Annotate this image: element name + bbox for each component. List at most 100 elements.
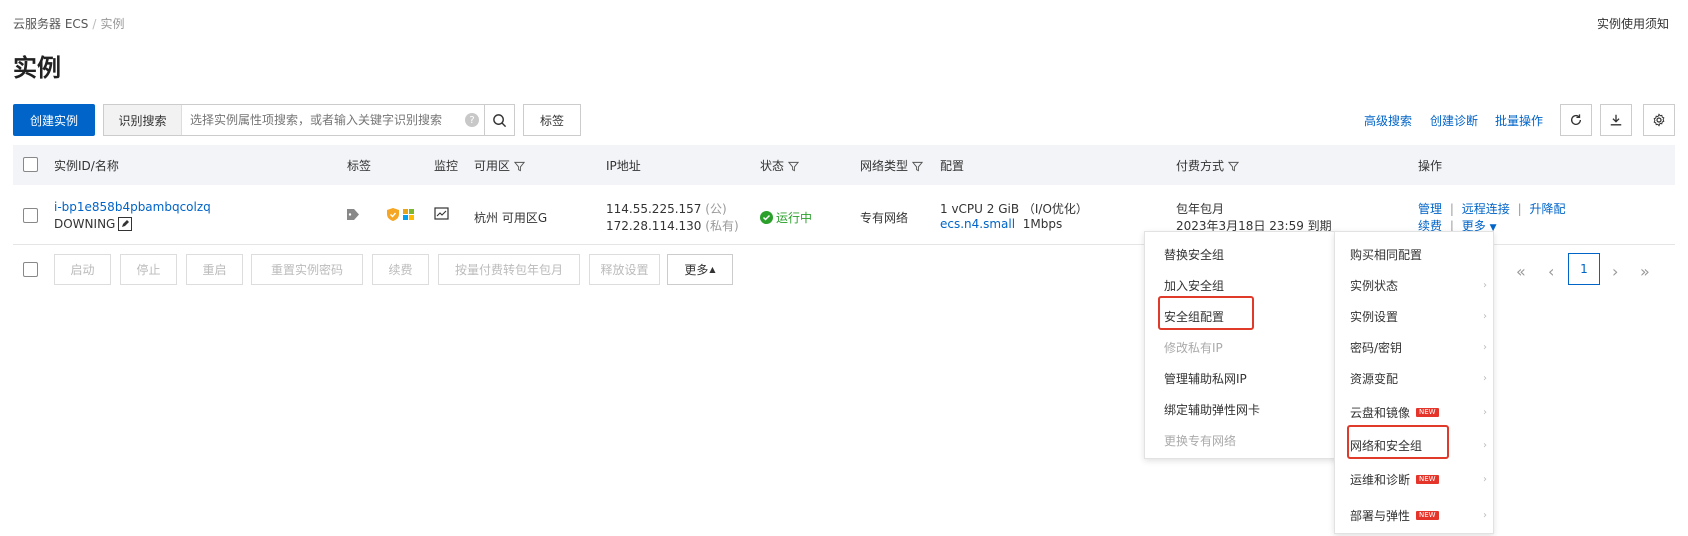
bulk-more-label: 更多 bbox=[684, 263, 709, 277]
modify-private-ip-item[interactable]: 修改私有IP bbox=[1164, 339, 1223, 356]
instance-name-text: DOWNING bbox=[54, 217, 116, 231]
renew-button[interactable]: 续费 bbox=[372, 254, 429, 285]
shield-icon[interactable] bbox=[387, 208, 399, 224]
col-status: 状态 bbox=[760, 157, 800, 174]
edit-icon[interactable] bbox=[118, 217, 133, 231]
private-ip-tag: (私有) bbox=[705, 219, 739, 233]
monitor-icon[interactable] bbox=[434, 207, 449, 224]
menu-label: 实例设置 bbox=[1350, 310, 1399, 324]
col-billing-label: 付费方式 bbox=[1176, 159, 1225, 173]
restart-button[interactable]: 重启 bbox=[186, 254, 243, 285]
row-checkbox[interactable] bbox=[23, 208, 38, 223]
deploy-elastic-item[interactable]: 部署与弹性 NEW › bbox=[1350, 507, 1495, 524]
search-mode-select[interactable]: 识别搜索 bbox=[104, 105, 182, 135]
new-badge: NEW bbox=[1416, 511, 1439, 520]
private-ip-value: 172.28.114.130 bbox=[606, 219, 702, 233]
caret-up-icon: ▲ bbox=[709, 265, 716, 274]
resource-change-item[interactable]: 资源变配 › bbox=[1350, 370, 1495, 387]
billing-type: 包年包月 bbox=[1176, 202, 1225, 216]
col-config: 配置 bbox=[940, 159, 965, 173]
help-icon[interactable]: ? bbox=[460, 105, 484, 135]
status-badge: 运行中 bbox=[760, 209, 812, 226]
ops-diagnosis-item[interactable]: 运维和诊断 NEW › bbox=[1350, 471, 1495, 488]
status-text: 运行中 bbox=[776, 211, 813, 225]
usage-notice-link[interactable]: 实例使用须知 bbox=[1597, 15, 1669, 32]
filter-icon[interactable] bbox=[912, 161, 924, 172]
check-circle-icon bbox=[760, 211, 773, 224]
col-network-label: 网络类型 bbox=[860, 159, 909, 173]
create-diagnosis-link[interactable]: 创建诊断 bbox=[1430, 112, 1478, 129]
instance-status-item[interactable]: 实例状态 › bbox=[1350, 277, 1495, 294]
batch-operations-link[interactable]: 批量操作 bbox=[1495, 112, 1543, 129]
start-button[interactable]: 启动 bbox=[54, 254, 111, 285]
public-ip-tag: (公) bbox=[705, 202, 727, 216]
gear-icon bbox=[1653, 113, 1665, 127]
col-billing: 付费方式 bbox=[1176, 157, 1240, 174]
filter-icon[interactable] bbox=[514, 161, 526, 172]
bind-eni-item[interactable]: 绑定辅助弹性网卡 bbox=[1164, 401, 1260, 418]
menu-label: 部署与弹性 bbox=[1350, 509, 1411, 523]
disk-image-item[interactable]: 云盘和镜像 NEW › bbox=[1350, 404, 1495, 421]
buy-same-config-item[interactable]: 购买相同配置 bbox=[1350, 246, 1495, 263]
zone-value: 杭州 可用区G bbox=[474, 211, 548, 225]
breadcrumb-root[interactable]: 云服务器 ECS bbox=[13, 17, 88, 31]
menu-label: 实例状态 bbox=[1350, 279, 1399, 293]
menu-label: 资源变配 bbox=[1350, 372, 1399, 386]
advanced-search-link[interactable]: 高级搜索 bbox=[1364, 112, 1412, 129]
refresh-button[interactable] bbox=[1560, 104, 1592, 136]
upgrade-link[interactable]: 升降配 bbox=[1529, 202, 1565, 216]
page-title: 实例 bbox=[13, 54, 61, 82]
convert-billing-button[interactable]: 按量付费转包年包月 bbox=[438, 254, 580, 285]
col-status-label: 状态 bbox=[760, 159, 785, 173]
page-1-button[interactable]: 1 bbox=[1568, 253, 1600, 285]
chevron-right-icon: › bbox=[1483, 311, 1487, 322]
instance-settings-item[interactable]: 实例设置 › bbox=[1350, 308, 1495, 325]
config-type: ecs.n4.small 1Mbps bbox=[940, 217, 1062, 231]
col-monitor: 监控 bbox=[434, 159, 459, 173]
search-input[interactable] bbox=[182, 105, 460, 135]
search-bar: 识别搜索 ? bbox=[103, 104, 515, 136]
search-icon bbox=[493, 113, 507, 127]
manage-link[interactable]: 管理 bbox=[1418, 202, 1442, 216]
filter-icon[interactable] bbox=[788, 161, 800, 172]
public-ip: 114.55.225.157 (公) bbox=[606, 200, 727, 217]
col-network: 网络类型 bbox=[860, 157, 924, 174]
password-key-item[interactable]: 密码/密钥 › bbox=[1350, 339, 1495, 356]
reset-password-button[interactable]: 重置实例密码 bbox=[251, 254, 363, 285]
col-actions: 操作 bbox=[1418, 159, 1443, 173]
next-page-button[interactable]: › bbox=[1612, 262, 1618, 281]
chevron-right-icon: › bbox=[1483, 407, 1487, 418]
bulk-more-button[interactable]: 更多 ▲ bbox=[667, 254, 733, 285]
download-icon bbox=[1610, 114, 1622, 126]
last-page-button[interactable]: » bbox=[1640, 262, 1650, 281]
config-spec: 1 vCPU 2 GiB （I/O优化） bbox=[940, 202, 1088, 216]
replace-security-group-item[interactable]: 替换安全组 bbox=[1164, 246, 1224, 263]
tag-icon[interactable] bbox=[347, 209, 360, 223]
col-zone-label: 可用区 bbox=[474, 159, 511, 173]
instance-id-link[interactable]: i-bp1e858b4pbambqcolzq bbox=[54, 200, 211, 214]
join-security-group-item[interactable]: 加入安全组 bbox=[1164, 277, 1224, 294]
first-page-button[interactable]: « bbox=[1516, 262, 1526, 281]
download-button[interactable] bbox=[1600, 104, 1632, 136]
select-all-checkbox[interactable] bbox=[23, 157, 38, 172]
chevron-right-icon: › bbox=[1483, 280, 1487, 291]
change-vpc-item[interactable]: 更换专有网络 bbox=[1164, 432, 1236, 449]
instance-name: DOWNING bbox=[54, 217, 133, 231]
bulk-select-checkbox[interactable] bbox=[23, 262, 38, 277]
refresh-icon bbox=[1570, 114, 1582, 125]
tag-filter-button[interactable]: 标签 bbox=[523, 104, 581, 136]
release-settings-button[interactable]: 释放设置 bbox=[589, 254, 660, 285]
stop-button[interactable]: 停止 bbox=[120, 254, 177, 285]
chevron-right-icon: › bbox=[1483, 510, 1487, 521]
new-badge: NEW bbox=[1416, 475, 1439, 484]
create-instance-button[interactable]: 创建实例 bbox=[13, 104, 95, 136]
search-button[interactable] bbox=[484, 105, 514, 135]
chevron-right-icon: › bbox=[1483, 440, 1487, 451]
manage-secondary-ip-item[interactable]: 管理辅助私网IP bbox=[1164, 370, 1247, 387]
private-ip: 172.28.114.130 (私有) bbox=[606, 217, 739, 234]
prev-page-button[interactable]: ‹ bbox=[1548, 262, 1554, 281]
remote-connect-link[interactable]: 远程连接 bbox=[1462, 202, 1510, 216]
instance-type-link[interactable]: ecs.n4.small bbox=[940, 217, 1015, 231]
filter-icon[interactable] bbox=[1228, 161, 1240, 172]
settings-button[interactable] bbox=[1643, 104, 1675, 136]
